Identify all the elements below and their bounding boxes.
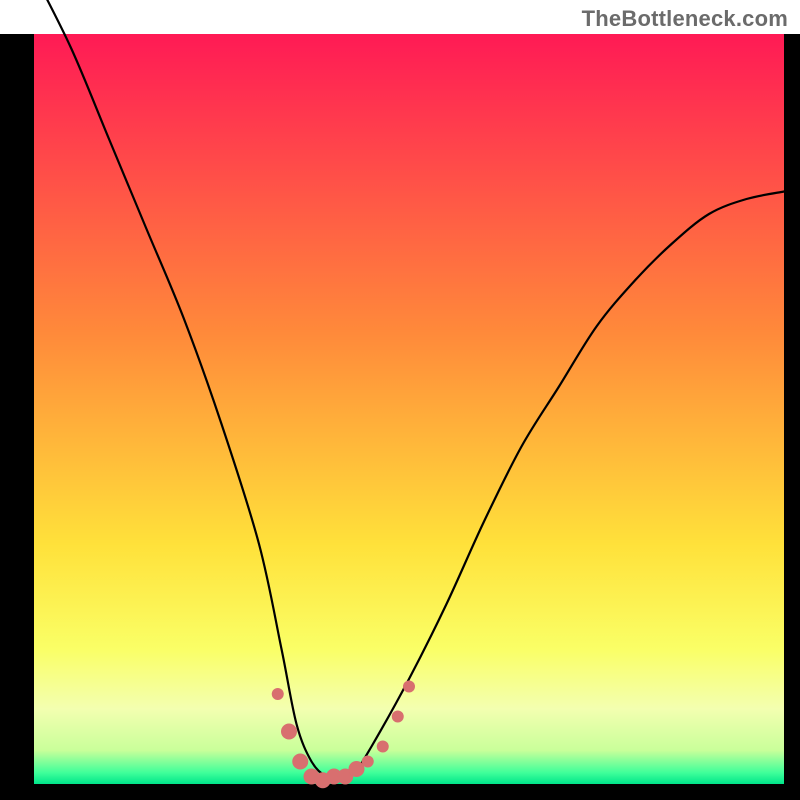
curve-marker (377, 741, 389, 753)
frame-right (784, 34, 800, 800)
curve-marker (272, 688, 284, 700)
frame-left (0, 34, 34, 800)
frame-bottom (0, 784, 800, 800)
curve-marker (403, 681, 415, 693)
curve-marker (281, 724, 297, 740)
curve-marker (292, 754, 308, 770)
bottleneck-chart (0, 0, 800, 800)
curve-marker (362, 756, 374, 768)
curve-marker (392, 711, 404, 723)
gradient-background (34, 34, 784, 784)
chart-stage: TheBottleneck.com (0, 0, 800, 800)
watermark-label: TheBottleneck.com (582, 6, 788, 32)
